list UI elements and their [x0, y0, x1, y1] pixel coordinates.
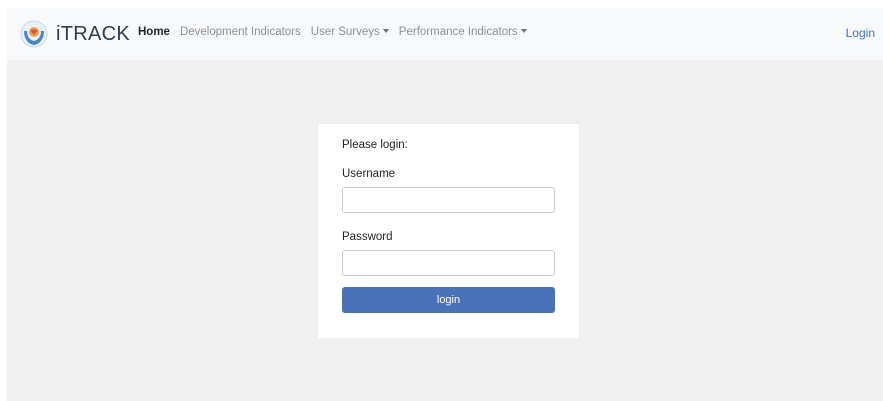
login-heading: Please login: — [342, 139, 408, 151]
password-input[interactable] — [342, 250, 555, 276]
page: iTRACK Home Development Indicators User … — [0, 0, 883, 401]
brand-name: iTRACK — [56, 22, 131, 45]
main-content: Please login: Username Password login — [7, 60, 883, 401]
login-button[interactable]: login — [342, 287, 555, 313]
caret-down-icon — [520, 29, 527, 33]
nav-item-user-surveys-label: User Surveys — [310, 26, 380, 38]
top-navbar: iTRACK Home Development Indicators User … — [7, 8, 883, 60]
nav-item-performance-indicators-label: Performance Indicators — [398, 26, 518, 38]
nav-item-performance-indicators[interactable]: Performance Indicators — [399, 26, 527, 38]
login-link[interactable]: Login — [846, 26, 875, 40]
nav-item-development-indicators[interactable]: Development Indicators — [180, 26, 301, 38]
password-label: Password — [342, 231, 393, 243]
login-card: Please login: Username Password login — [318, 124, 579, 338]
nav-item-home[interactable]: Home — [138, 26, 170, 38]
itrack-logo-icon — [19, 19, 49, 49]
username-label: Username — [342, 168, 396, 180]
caret-down-icon — [382, 29, 389, 33]
brand-link[interactable]: iTRACK — [19, 17, 130, 51]
main-nav: Home Development Indicators User Surveys… — [138, 26, 537, 38]
nav-item-user-surveys[interactable]: User Surveys — [311, 26, 389, 38]
username-input[interactable] — [342, 187, 555, 213]
